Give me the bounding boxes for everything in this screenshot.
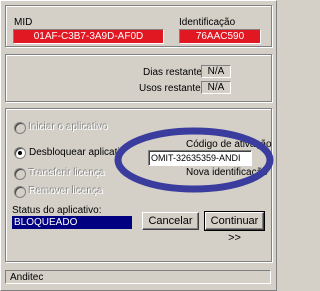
start-app-label[interactable]: Iniciar o aplicativo bbox=[29, 122, 108, 134]
remove-license-radio[interactable] bbox=[14, 186, 26, 198]
app-status-value: BLOQUEADO bbox=[12, 216, 132, 229]
mid-value: 01AF-C3B7-3A9D-AF0D bbox=[13, 29, 164, 44]
start-app-radio[interactable] bbox=[14, 122, 26, 134]
uses-remaining-label: Usos restantes: bbox=[139, 83, 209, 94]
unlock-app-radio[interactable] bbox=[14, 147, 26, 159]
highlight-ellipse bbox=[114, 127, 274, 193]
continue-button[interactable]: Continuar >> bbox=[204, 211, 265, 244]
radio-selected-dot bbox=[18, 151, 22, 155]
status-bar: Anditec bbox=[5, 270, 271, 284]
company-name: Anditec bbox=[10, 272, 44, 283]
id-label: Identificação bbox=[179, 17, 236, 28]
remove-license-label[interactable]: Remover licença bbox=[29, 186, 103, 198]
cancel-button[interactable]: Cancelar bbox=[142, 212, 199, 230]
unlock-app-label[interactable]: Desbloquear aplicati bbox=[29, 147, 120, 159]
transfer-license-radio[interactable] bbox=[14, 168, 26, 180]
days-remaining-label: Dias restantes: bbox=[143, 67, 210, 78]
mid-label: MID bbox=[14, 17, 33, 28]
days-remaining-value: N/A bbox=[201, 65, 231, 78]
uses-remaining-value: N/A bbox=[201, 81, 231, 94]
transfer-license-label[interactable]: Transferir licença bbox=[29, 168, 105, 180]
id-value: 76AAC590 bbox=[179, 29, 261, 44]
